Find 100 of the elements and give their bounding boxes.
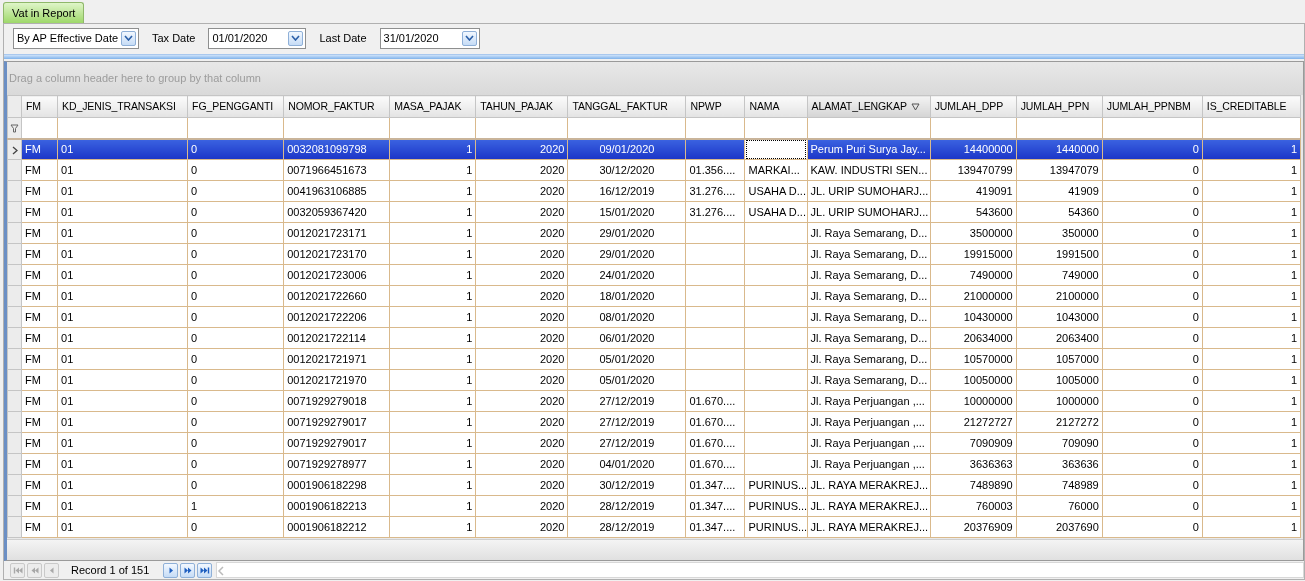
table-cell: 1 [389, 411, 476, 433]
table-cell: USAHA D... [745, 201, 808, 223]
table-cell: 01 [57, 159, 188, 181]
column-header[interactable]: NOMOR_FAKTUR [283, 95, 390, 118]
table-cell: 2020 [475, 264, 568, 286]
table-row[interactable]: FM 01 0 0041963106885 1 2020 16/12/2019 31.276.... USAHA D... JL. URIP SUMOHARJ... 419091 41909 0 1 [7, 180, 1301, 202]
table-row[interactable]: FM 01 0 0032059367420 1 2020 15/01/2020 31.276.... USAHA D... JL. URIP SUMOHARJ... 543600 54360 0 1 [7, 201, 1301, 223]
table-cell: 1005000 [1016, 369, 1103, 391]
column-header[interactable]: JUMLAH_PPN [1016, 95, 1103, 118]
table-cell: 1 [1202, 474, 1301, 496]
table-cell: 29/01/2020 [567, 222, 686, 244]
table-cell: 01.347.... [685, 495, 745, 517]
mode-dropdown[interactable]: By AP Effective Date [13, 27, 139, 49]
table-row[interactable]: FM 01 0 0012021722660 1 2020 18/01/2020 Jl. Raya Semarang, D... 21000000 2100000 0 1 [7, 285, 1301, 307]
table-cell: 01 [57, 264, 188, 286]
table-cell: FM [21, 411, 58, 433]
table-cell: 0 [187, 474, 284, 496]
table-cell: 0 [1102, 201, 1203, 223]
table-row[interactable]: FM 01 0 0012021723170 1 2020 29/01/2020 Jl. Raya Semarang, D... 19915000 1991500 0 1 [7, 243, 1301, 265]
report-tab[interactable]: Vat in Report [3, 2, 85, 23]
table-cell: FM [21, 390, 58, 412]
table-cell: 3500000 [930, 222, 1017, 244]
table-cell: FM [21, 516, 58, 538]
table-cell: 0071929279017 [283, 411, 390, 433]
table-row[interactable]: FM 01 0 0012021723171 1 2020 29/01/2020 Jl. Raya Semarang, D... 3500000 350000 0 1 [7, 222, 1301, 244]
table-cell: 2020 [475, 222, 568, 244]
table-cell: 31.276.... [685, 180, 745, 202]
table-cell: 1 [1202, 264, 1301, 286]
table-row[interactable]: FM 01 0 0001906182212 1 2020 28/12/2019 01.347.... PURINUS... JL. RAYA MERAKREJ... 20376909 2037690 0 1 [7, 516, 1301, 538]
column-header[interactable]: FM [21, 95, 58, 118]
table-cell: 1043000 [1016, 306, 1103, 328]
table-cell: 01.356.... [685, 159, 745, 181]
table-cell: FM [21, 369, 58, 391]
table-row[interactable]: FM 01 0 0032081099798 1 2020 09/01/2020 Perum Puri Surya Jay... 14400000 1440000 0 1 [7, 138, 1301, 160]
table-cell: 350000 [1016, 222, 1103, 244]
table-cell: Jl. Raya Perjuangan ,... [807, 411, 931, 433]
next-record-button[interactable] [163, 562, 179, 578]
table-cell: 1 [389, 474, 476, 496]
table-cell: 01 [57, 474, 188, 496]
table-cell: 01 [57, 411, 188, 433]
column-header[interactable]: TANGGAL_FAKTUR [567, 95, 686, 118]
column-header[interactable]: IS_CREDITABLE [1202, 95, 1301, 118]
table-cell: 1 [389, 222, 476, 244]
table-cell: 2020 [475, 453, 568, 475]
table-cell: JL. RAYA MERAKREJ... [807, 516, 931, 538]
next-page-button[interactable] [180, 562, 196, 578]
column-header[interactable]: MASA_PAJAK [389, 95, 476, 118]
table-cell: 0 [1102, 306, 1203, 328]
table-cell: 0041963106885 [283, 180, 390, 202]
table-cell: 139470799 [930, 159, 1017, 181]
column-header[interactable]: NPWP [685, 95, 745, 118]
table-cell: 01 [57, 453, 188, 475]
table-cell: 0071929278977 [283, 453, 390, 475]
table-row[interactable]: FM 01 0 0071929279017 1 2020 27/12/2019 01.670.... Jl. Raya Perjuangan ,... 21272727 2127272 0 1 [7, 411, 1301, 433]
table-row[interactable]: FM 01 0 0071929278977 1 2020 04/01/2020 01.670.... Jl. Raya Perjuangan ,... 3636363 363636 0 1 [7, 453, 1301, 475]
table-cell: 7490000 [930, 264, 1017, 286]
table-cell: Jl. Raya Semarang, D... [807, 222, 931, 244]
table-row[interactable]: FM 01 0 0012021722206 1 2020 08/01/2020 Jl. Raya Semarang, D... 10430000 1043000 0 1 [7, 306, 1301, 328]
horizontal-scrollbar[interactable] [216, 562, 1304, 578]
table-row[interactable]: FM 01 1 0001906182213 1 2020 28/12/2019 01.347.... PURINUS... JL. RAYA MERAKREJ... 760003 76000 0 1 [7, 495, 1301, 517]
last-record-button[interactable] [197, 562, 213, 578]
table-cell: 54360 [1016, 201, 1103, 223]
last-date-field[interactable]: 31/01/2020 [379, 27, 480, 49]
table-cell: FM [21, 180, 58, 202]
table-cell: PURINUS... [745, 495, 808, 517]
table-row[interactable]: FM 01 0 0012021723006 1 2020 24/01/2020 Jl. Raya Semarang, D... 7490000 749000 0 1 [7, 264, 1301, 286]
table-row[interactable]: FM 01 0 0001906182298 1 2020 30/12/2019 01.347.... PURINUS... JL. RAYA MERAKREJ... 7489890 748989 0 1 [7, 474, 1301, 496]
column-header[interactable]: FG_PENGGANTI [187, 95, 284, 118]
table-cell: JL. RAYA MERAKREJ... [807, 495, 931, 517]
record-counter: Record 1 of 151 [70, 562, 151, 578]
column-header[interactable]: KD_JENIS_TRANSAKSI [57, 95, 188, 118]
table-cell: 1 [389, 285, 476, 307]
column-header[interactable]: JUMLAH_DPP [930, 95, 1017, 118]
table-cell: 0001906182212 [283, 516, 390, 538]
table-cell: 30/12/2020 [567, 159, 686, 181]
table-row[interactable]: FM 01 0 0012021721971 1 2020 05/01/2020 Jl. Raya Semarang, D... 10570000 1057000 0 1 [7, 348, 1301, 370]
next-page-icon [182, 565, 193, 575]
table-row[interactable]: FM 01 0 0071929279018 1 2020 27/12/2019 01.670.... Jl. Raya Perjuangan ,... 10000000 1000000 0 1 [7, 390, 1301, 412]
table-row[interactable]: FM 01 0 0071966451673 1 2020 30/12/2020 01.356.... MARKAI... KAW. INDUSTRI SEN... 139470799 13947079 0 1 [7, 159, 1301, 181]
table-row[interactable]: FM 01 0 0071929279017 1 2020 27/12/2019 01.670.... Jl. Raya Perjuangan ,... 7090909 709090 0 1 [7, 432, 1301, 454]
table-cell: 2020 [475, 474, 568, 496]
table-cell: 1000000 [1016, 390, 1103, 412]
table-cell: 01 [57, 243, 188, 265]
tax-date-field[interactable]: 01/01/2020 [208, 27, 307, 49]
table-cell: 28/12/2019 [567, 495, 686, 517]
column-header[interactable]: TAHUN_PAJAK [475, 95, 568, 118]
table-cell: 05/01/2020 [567, 369, 686, 391]
table-cell: 0 [187, 453, 284, 475]
table-row[interactable]: FM 01 0 0012021722114 1 2020 06/01/2020 Jl. Raya Semarang, D... 20634000 2063400 0 1 [7, 327, 1301, 349]
table-cell: 10050000 [930, 369, 1017, 391]
table-cell: 0 [187, 180, 284, 202]
column-header[interactable]: JUMLAH_PPNBM [1102, 95, 1203, 118]
table-cell: 01 [57, 516, 188, 538]
column-header[interactable]: NAMA [745, 95, 808, 118]
table-cell: Jl. Raya Semarang, D... [807, 264, 931, 286]
table-row[interactable]: FM 01 0 0012021721970 1 2020 05/01/2020 Jl. Raya Semarang, D... 10050000 1005000 0 1 [7, 369, 1301, 391]
table-cell: 0012021722114 [283, 327, 390, 349]
table-cell: PURINUS... [745, 516, 808, 538]
column-header[interactable]: ALAMAT_LENGKAP [807, 95, 931, 118]
table-cell: 24/01/2020 [567, 264, 686, 286]
